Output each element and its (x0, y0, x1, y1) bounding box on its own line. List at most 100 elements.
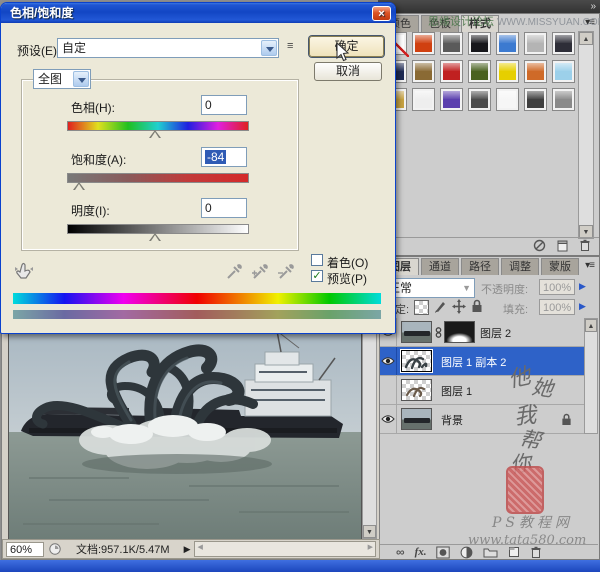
style-swatch[interactable] (497, 89, 518, 110)
styles-panel-footer (379, 237, 599, 253)
scroll-down-icon[interactable]: ▼ (363, 525, 376, 538)
preset-options-icon[interactable]: ≡ (287, 40, 292, 52)
fill-label: 填充: (503, 301, 528, 317)
lock-transparency-icon[interactable] (414, 300, 429, 315)
preview-checkbox[interactable]: ✓ (311, 270, 323, 282)
eyedropper-icon[interactable] (225, 263, 243, 281)
layers-panel-menu-icon[interactable]: ▾≡ (585, 260, 594, 271)
saturation-slider[interactable] (73, 182, 85, 190)
tab-paths[interactable]: 路径 (461, 258, 499, 275)
channel-dropdown-icon[interactable] (73, 71, 89, 87)
layer-thumbnail[interactable] (401, 350, 432, 372)
delete-layer-icon[interactable] (530, 546, 542, 559)
style-swatch[interactable] (413, 61, 434, 82)
lightness-input[interactable]: 0 (201, 198, 247, 218)
style-swatch[interactable] (553, 33, 574, 54)
panel-dock-header: » (378, 0, 600, 13)
style-swatch[interactable] (553, 89, 574, 110)
blend-dropdown-icon: ▼ (462, 279, 471, 297)
doc-hscrollbar[interactable]: ◀ ▶ (194, 541, 376, 557)
style-swatch[interactable] (553, 61, 574, 82)
eyedropper-plus-icon[interactable] (251, 263, 269, 281)
cancel-button[interactable]: 取消 (314, 62, 382, 81)
mouse-cursor (336, 42, 351, 63)
lock-all-icon[interactable] (471, 299, 483, 313)
tab-masks[interactable]: 蒙版 (541, 258, 579, 275)
mask-link-icon[interactable] (434, 327, 443, 338)
eyedropper-minus-icon[interactable] (277, 263, 295, 281)
new-style-icon[interactable] (556, 239, 569, 252)
link-layers-icon[interactable]: ∞ (396, 545, 405, 559)
saturation-input[interactable]: -84 (201, 147, 247, 167)
fill-slider-icon[interactable]: ▶ (579, 301, 586, 312)
new-group-icon[interactable] (483, 546, 498, 558)
style-swatch[interactable] (441, 89, 462, 110)
new-layer-icon[interactable] (508, 546, 520, 558)
styles-grid (379, 31, 575, 131)
style-swatch[interactable] (441, 61, 462, 82)
add-mask-icon[interactable] (436, 546, 450, 559)
scroll-left-icon[interactable]: ◀ (197, 543, 202, 551)
layer-style-icon[interactable]: fx. (415, 546, 427, 558)
visibility-toggle[interactable] (380, 347, 397, 375)
layer-thumbnail[interactable] (401, 408, 432, 430)
visibility-toggle-off[interactable] (380, 376, 397, 404)
layer-mask-thumbnail[interactable] (444, 321, 475, 343)
preset-dropdown-icon[interactable] (261, 40, 277, 56)
opacity-value[interactable]: 100% (539, 279, 575, 295)
canvas-image-ship-tentacles[interactable] (8, 327, 362, 540)
layer-thumbnail[interactable] (401, 379, 432, 401)
style-swatch[interactable] (413, 89, 434, 110)
tentacle-thumb-art (402, 380, 431, 400)
lock-position-icon[interactable] (452, 299, 466, 314)
adjustment-layer-icon[interactable] (460, 546, 473, 559)
style-swatch[interactable] (413, 33, 434, 54)
lightness-slider[interactable] (149, 233, 161, 241)
style-swatch[interactable] (525, 33, 546, 54)
style-swatch[interactable] (441, 33, 462, 54)
style-swatch[interactable] (525, 89, 546, 110)
status-menu-icon[interactable]: ▶ (184, 544, 191, 555)
opacity-label: 不透明度: (481, 281, 528, 297)
style-swatch[interactable] (497, 61, 518, 82)
layers-scrollbar[interactable]: ▲ (584, 318, 598, 434)
lock-pixels-icon[interactable] (433, 299, 447, 314)
zoom-level-field[interactable]: 60% (6, 542, 44, 557)
clear-style-icon[interactable] (533, 239, 546, 252)
status-bar: 60% 文档:957.1K/5.47M ▶ ◀ ▶ (2, 539, 380, 559)
preset-select[interactable]: 自定 (57, 38, 279, 58)
layer-row-2[interactable]: 图层 2 (379, 318, 584, 347)
scroll-up-icon[interactable]: ▲ (585, 319, 597, 332)
tab-channels[interactable]: 通道 (421, 258, 459, 275)
scroll-up-icon[interactable]: ▲ (579, 32, 593, 45)
opacity-slider-icon[interactable]: ▶ (579, 281, 586, 292)
style-swatch[interactable] (497, 33, 518, 54)
layer-thumbnail[interactable] (401, 321, 432, 343)
tab-adjustments[interactable]: 调整 (501, 258, 539, 275)
close-icon[interactable]: × (372, 6, 391, 21)
layer-row-1-copy-2[interactable]: 图层 1 副本 2 (379, 347, 584, 376)
style-swatch[interactable] (469, 61, 490, 82)
colorize-checkbox[interactable] (311, 254, 323, 266)
delete-style-icon[interactable] (579, 239, 591, 252)
saturation-gradient-bar (67, 173, 249, 183)
preview-label: 预览(P) (327, 270, 367, 287)
style-swatch[interactable] (525, 61, 546, 82)
style-swatch[interactable] (469, 89, 490, 110)
layer-row-background[interactable]: 背景 (379, 405, 584, 434)
scroll-right-icon[interactable]: ▶ (368, 543, 373, 551)
collapse-panels-icon[interactable]: » (590, 0, 596, 13)
hue-slider[interactable] (149, 130, 161, 138)
hue-input[interactable]: 0 (201, 95, 247, 115)
visibility-toggle[interactable] (380, 405, 397, 433)
eye-icon (381, 356, 395, 366)
fill-value[interactable]: 100% (539, 299, 575, 315)
styles-scrollbar[interactable]: ▲ ▼ (578, 31, 594, 239)
blend-mode-select[interactable]: 正常 ▼ (383, 278, 475, 298)
doc-vscrollbar[interactable]: ▼ (362, 327, 377, 539)
red-seal-watermark (506, 466, 544, 514)
on-image-adjust-icon[interactable] (13, 261, 35, 281)
channel-select[interactable]: 全图 (33, 69, 91, 89)
style-swatch[interactable] (469, 33, 490, 54)
dialog-titlebar[interactable]: 色相/饱和度 × (1, 3, 395, 23)
